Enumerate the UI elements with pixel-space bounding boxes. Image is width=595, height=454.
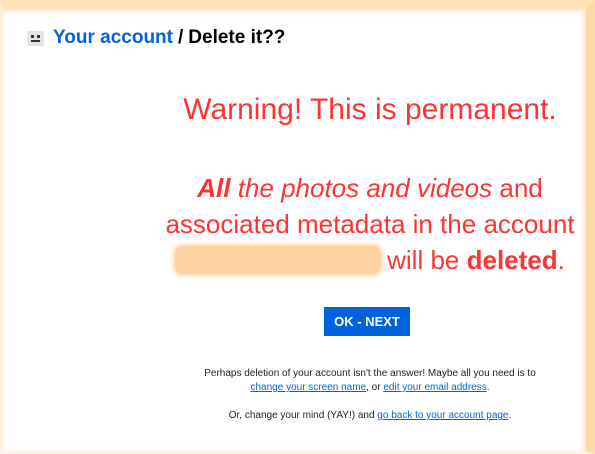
warning-line-2: associated metadata in the account	[165, 209, 575, 239]
warning-all: All	[197, 173, 231, 203]
alternative-prefix: Or, change your mind (YAY!) and	[228, 410, 375, 421]
warning-message: All the photos and videos and associated…	[150, 170, 590, 278]
buddy-face-icon	[27, 30, 44, 46]
your-account-link[interactable]: Your account	[53, 27, 173, 49]
change-screen-name-link[interactable]: change your screen name	[250, 382, 366, 393]
edit-email-link[interactable]: edit your email address	[383, 382, 486, 393]
suggestion-line-2: change your screen name, or edit your em…	[150, 381, 590, 395]
alternative-period: .	[508, 410, 512, 421]
warning-will-be: will be	[387, 245, 460, 275]
breadcrumb: Your account / Delete it??	[27, 27, 285, 49]
page-title: Delete it??	[188, 27, 286, 48]
warning-line-1: All the photos and videos and	[150, 170, 590, 206]
redacted-account-name	[175, 246, 382, 274]
alternative-text: Or, change your mind (YAY!) and go back …	[150, 410, 590, 421]
ok-next-button[interactable]: OK - NEXT	[324, 307, 410, 336]
warning-photos-videos: the photos and videos	[237, 173, 493, 203]
warning-and: and	[499, 173, 543, 203]
suggestion-period: .	[486, 382, 490, 393]
warning-line-3: will be deleted.	[150, 242, 590, 278]
back-to-account-link[interactable]: go back to your account page	[377, 410, 508, 421]
suggestion-or: , or	[366, 382, 381, 393]
suggestion-text: Perhaps deletion of your account isn't t…	[150, 367, 590, 395]
suggestion-line-1: Perhaps deletion of your account isn't t…	[204, 368, 536, 379]
warning-title: Warning! This is permanent.	[183, 93, 557, 126]
breadcrumb-separator: /	[178, 27, 184, 48]
warning-deleted: deleted	[466, 245, 558, 275]
warning-period: .	[557, 245, 565, 275]
